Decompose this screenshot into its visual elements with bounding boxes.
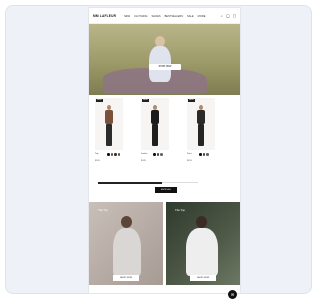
nav-link-new[interactable]: NEW: [124, 15, 130, 18]
product-image[interactable]: NEW: [95, 98, 123, 150]
carousel-scrollbar[interactable]: [98, 181, 198, 184]
feature-panels: The Top SHOP NOW The Top SHOP NOW: [89, 202, 240, 285]
nav-links: NEW CLOTHING SHOES BESTSELLERS SALE MORE: [124, 15, 205, 18]
feature-title: The Top: [175, 208, 185, 212]
product-badge: NEW: [142, 99, 149, 102]
product-card[interactable]: NEW Top $185: [95, 98, 123, 172]
chat-icon[interactable]: ✉: [228, 290, 237, 299]
product-price: $185: [95, 160, 100, 162]
top-nav: MM LAFLEUR NEW CLOTHING SHOES BESTSELLER…: [89, 8, 240, 24]
product-card[interactable]: NEW Pant $195: [187, 98, 215, 172]
hero-model: [147, 36, 173, 84]
product-name[interactable]: Jacket: [141, 153, 147, 155]
feature-model: [184, 216, 218, 276]
shop-all-button[interactable]: SHOP ALL: [155, 187, 177, 193]
nav-link-clothing[interactable]: CLOTHING: [134, 15, 147, 18]
color-swatch[interactable]: [199, 153, 202, 156]
search-icon[interactable]: ⌕: [221, 14, 223, 18]
hero-shop-button[interactable]: SHOP NOW: [149, 64, 181, 70]
product-price: $195: [187, 160, 192, 162]
feature-title: The Top: [98, 208, 108, 212]
color-swatch[interactable]: [117, 153, 120, 156]
product-price: $245: [141, 160, 146, 162]
color-swatches: [107, 153, 120, 156]
product-image[interactable]: NEW: [141, 98, 169, 150]
feature-shop-button[interactable]: SHOP NOW: [113, 275, 139, 281]
product-badge: NEW: [96, 99, 103, 102]
feature-panel-left[interactable]: The Top SHOP NOW: [89, 202, 163, 285]
color-swatch[interactable]: [110, 153, 113, 156]
feature-model: [111, 216, 141, 276]
color-swatch[interactable]: [160, 153, 163, 156]
color-swatch[interactable]: [206, 153, 209, 156]
nav-link-sale[interactable]: SALE: [187, 15, 194, 18]
nav-link-bestsellers[interactable]: BESTSELLERS: [165, 15, 183, 18]
color-swatch[interactable]: [202, 153, 205, 156]
nav-link-shoes[interactable]: SHOES: [151, 15, 160, 18]
color-swatches: [199, 153, 209, 156]
color-swatch[interactable]: [114, 153, 117, 156]
product-name[interactable]: Top: [95, 153, 99, 155]
feature-panel-right[interactable]: The Top SHOP NOW: [166, 202, 240, 285]
color-swatch[interactable]: [156, 153, 159, 156]
feature-shop-button[interactable]: SHOP NOW: [190, 275, 216, 281]
product-badge: NEW: [188, 99, 195, 102]
color-swatch[interactable]: [107, 153, 110, 156]
product-card[interactable]: NEW Jacket $245: [141, 98, 169, 172]
brand-logo[interactable]: MM LAFLEUR: [93, 14, 116, 18]
color-swatch[interactable]: [153, 153, 156, 156]
product-carousel: NEW Top $185 NEW Jacket $245 NEW Pant $1…: [95, 98, 235, 172]
bag-icon[interactable]: ▢: [233, 14, 236, 18]
account-icon[interactable]: ◯: [226, 14, 230, 18]
hero-banner[interactable]: SHOP NOW: [89, 24, 240, 95]
nav-icons: ⌕ ◯ ▢: [221, 14, 236, 18]
product-image[interactable]: NEW: [187, 98, 215, 150]
product-name[interactable]: Pant: [187, 153, 192, 155]
color-swatches: [153, 153, 163, 156]
nav-link-more[interactable]: MORE: [198, 15, 206, 18]
website-page: MM LAFLEUR NEW CLOTHING SHOES BESTSELLER…: [89, 8, 240, 299]
scrollbar-thumb[interactable]: [98, 181, 162, 184]
